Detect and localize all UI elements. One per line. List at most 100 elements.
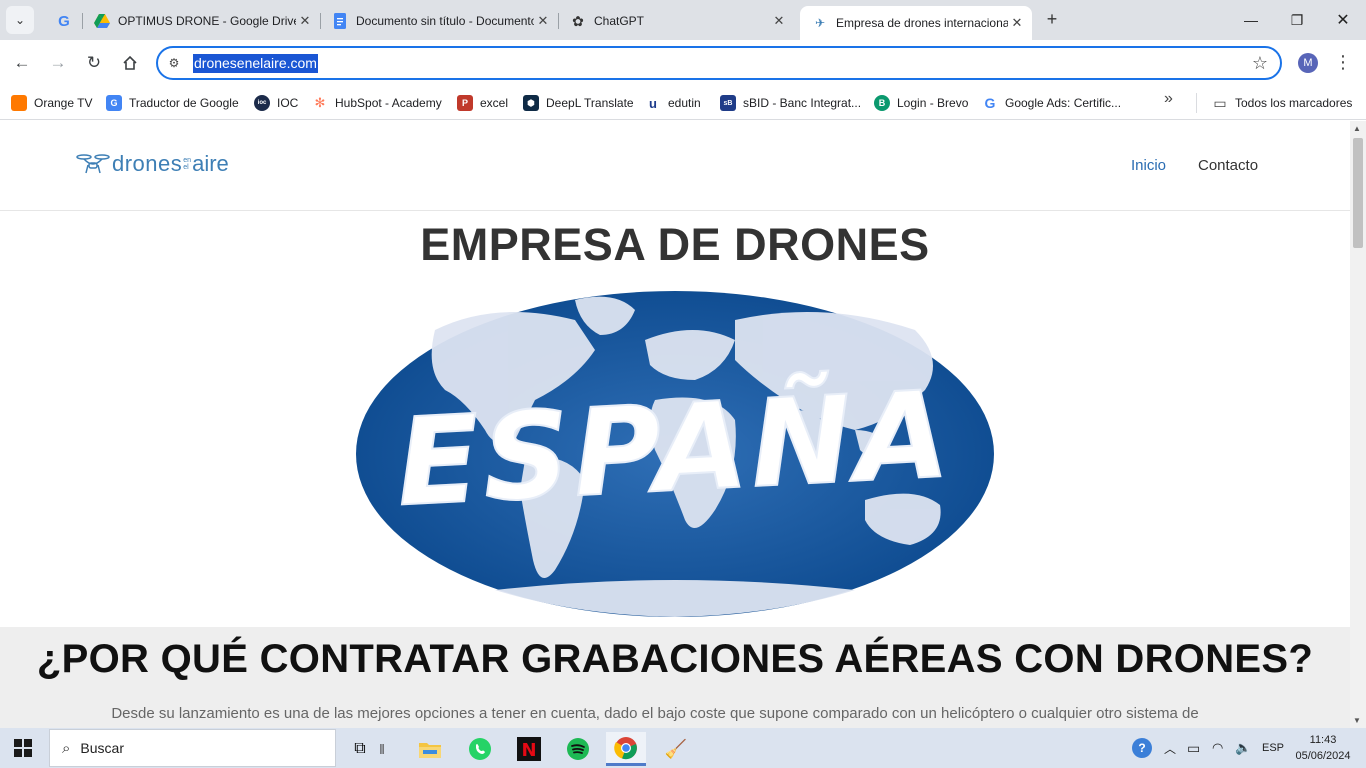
whatsapp-icon[interactable] <box>460 732 500 766</box>
bookmark-label: IOC <box>277 96 299 110</box>
section-paragraph: Desde su lanzamiento es una de las mejor… <box>111 705 1199 722</box>
browser-menu-icon[interactable]: ⋮ <box>1334 51 1352 73</box>
taskbar-clock[interactable]: 11:43 05/06/2024 <box>1290 732 1356 764</box>
section-title: ¿POR QUÉ CONTRATAR GRABACIONES AÉREAS CO… <box>36 637 1314 681</box>
wifi-icon[interactable]: ◠ <box>1212 728 1223 768</box>
close-icon[interactable]: ✕ <box>534 13 552 29</box>
espana-banner-text: ESPAÑA <box>394 365 956 534</box>
bookmark-deepl[interactable]: ⬢ DeepL Translate <box>523 92 634 114</box>
bookmark-excel[interactable]: P excel <box>457 92 508 114</box>
bookmark-label: Orange TV <box>34 96 93 110</box>
scroll-thumb[interactable] <box>1353 138 1363 248</box>
bookmark-hubspot[interactable]: ✻ HubSpot - Academy <box>312 92 442 114</box>
bookmark-google-ads[interactable]: G Google Ads: Certific... <box>982 92 1122 114</box>
google-docs-icon <box>332 13 348 29</box>
google-icon: G <box>984 95 996 111</box>
back-button[interactable]: ← <box>8 49 36 77</box>
world-map-espana-banner: ESPAÑA <box>356 291 994 617</box>
hubspot-icon: ✻ <box>314 95 326 110</box>
close-icon[interactable]: ✕ <box>1008 15 1026 31</box>
reload-button[interactable]: ↻ <box>80 49 108 77</box>
hero-title: EMPRESA DE DRONES <box>420 219 930 270</box>
close-window-button[interactable]: ✕ <box>1320 0 1366 40</box>
bookmark-label: Traductor de Google <box>129 96 239 110</box>
deepl-icon: ⬢ <box>523 95 539 111</box>
taskbar-search-text: Buscar <box>80 740 124 756</box>
address-bar[interactable]: ⚙ dronesenelaire.com ☆ <box>156 46 1282 80</box>
logo-small-bottom: el <box>183 164 189 171</box>
help-icon[interactable]: ? <box>1132 728 1152 768</box>
volume-muted-icon[interactable]: 🔈 <box>1235 728 1251 768</box>
bookmark-edutin[interactable]: u edutin <box>645 92 701 114</box>
taskbar-search-box[interactable]: ⌕ Buscar <box>49 729 336 767</box>
bookmark-label: excel <box>480 96 509 110</box>
sbid-icon: sB <box>720 95 736 111</box>
tab-google[interactable]: G <box>44 6 82 36</box>
file-explorer-icon[interactable] <box>410 732 450 766</box>
bookmarks-divider <box>1196 93 1197 113</box>
all-bookmarks-button[interactable]: ▭ Todos los marcadores <box>1212 92 1352 114</box>
tab-title: OPTIMUS DRONE - Google Drive <box>118 14 296 28</box>
site-settings-icon[interactable]: ⚙ <box>166 55 182 71</box>
tab-search-button[interactable]: ⌄ <box>6 6 34 34</box>
bookmark-ioc[interactable]: ioc IOC <box>254 92 298 114</box>
more-bookmarks-icon[interactable]: » <box>1164 90 1173 108</box>
netflix-icon[interactable]: N <box>509 732 549 766</box>
bookmark-label: sBID - Banc Integrat... <box>743 96 862 110</box>
site-header: drones en el aire Inicio Contacto <box>0 121 1350 211</box>
tab-empresa-drones[interactable]: ✈ Empresa de drones internacional ✕ <box>800 6 1032 40</box>
bookmark-orange-tv[interactable]: Orange TV <box>11 92 92 114</box>
tab-chatgpt[interactable]: ✿ ChatGPT ✕ <box>558 6 794 36</box>
bookmark-star-icon[interactable]: ☆ <box>1252 53 1268 74</box>
spotify-icon[interactable] <box>558 732 598 766</box>
forward-button[interactable]: → <box>44 49 72 77</box>
why-drones-section: ¿POR QUÉ CONTRATAR GRABACIONES AÉREAS CO… <box>0 627 1350 728</box>
ioc-icon: ioc <box>254 95 270 111</box>
logo-small-top: en <box>183 157 192 164</box>
language-indicator[interactable]: ESP <box>1262 728 1284 768</box>
bookmark-label: Google Ads: Certific... <box>1005 96 1122 110</box>
tab-strip: ⌄ G OPTIMUS DRONE - Google Drive ✕ Docum… <box>0 0 1366 40</box>
nav-contacto[interactable]: Contacto <box>1198 157 1258 174</box>
profile-avatar[interactable]: M <box>1298 53 1318 73</box>
logo-word-drones: drones <box>112 151 183 176</box>
bookmark-label: Todos los marcadores <box>1235 96 1353 110</box>
bookmark-label: HubSpot - Academy <box>335 96 442 110</box>
close-icon[interactable]: ✕ <box>770 13 788 29</box>
edutin-icon: u <box>649 95 657 111</box>
home-button[interactable] <box>116 49 144 77</box>
logo-word-aire: aire <box>192 151 229 176</box>
tab-google-drive[interactable]: OPTIMUS DRONE - Google Drive ✕ <box>82 6 320 36</box>
tray-expand-icon[interactable]: ︿ <box>1164 728 1176 768</box>
windows-start-icon[interactable] <box>14 739 32 757</box>
site-logo[interactable]: drones en el aire <box>76 151 229 177</box>
bookmark-brevo[interactable]: B Login - Brevo <box>874 92 968 114</box>
orange-tv-icon <box>11 95 27 111</box>
page-scrollbar[interactable]: ▲ ▼ <box>1350 121 1366 728</box>
tab-title: Documento sin título - Documentos <box>356 14 534 28</box>
bookmark-label: Login - Brevo <box>897 96 969 110</box>
battery-icon[interactable]: ▭ <box>1187 728 1200 768</box>
nav-inicio[interactable]: Inicio <box>1131 157 1166 174</box>
tab-title: Empresa de drones internacional <box>836 16 1008 30</box>
brevo-icon: B <box>874 95 890 111</box>
clock-time: 11:43 <box>1309 734 1337 746</box>
google-drive-icon <box>94 13 110 29</box>
logo-small-text: en el <box>183 157 191 171</box>
close-icon[interactable]: ✕ <box>296 13 314 29</box>
bookmark-sbid[interactable]: sB sBID - Banc Integrat... <box>720 92 861 114</box>
google-icon: G <box>58 12 70 30</box>
url-text[interactable]: dronesenelaire.com <box>193 54 318 73</box>
scroll-up-icon[interactable]: ▲ <box>1353 124 1361 133</box>
new-tab-button[interactable]: + <box>1040 8 1064 32</box>
chrome-icon[interactable] <box>606 732 646 766</box>
scroll-down-icon[interactable]: ▼ <box>1353 716 1361 725</box>
drone-site-icon: ✈ <box>814 16 826 30</box>
restore-button[interactable]: ❐ <box>1274 0 1320 40</box>
tab-title: ChatGPT <box>594 14 645 28</box>
minimize-button[interactable]: — <box>1228 0 1274 40</box>
tab-google-docs[interactable]: Documento sin título - Documentos ✕ <box>320 6 558 36</box>
browser-toolbar: ← → ↻ ⚙ dronesenelaire.com ☆ M ⋮ <box>0 40 1366 86</box>
cleaner-app-icon[interactable]: 🧹 <box>656 732 696 766</box>
bookmark-traductor[interactable]: G Traductor de Google <box>106 92 239 114</box>
